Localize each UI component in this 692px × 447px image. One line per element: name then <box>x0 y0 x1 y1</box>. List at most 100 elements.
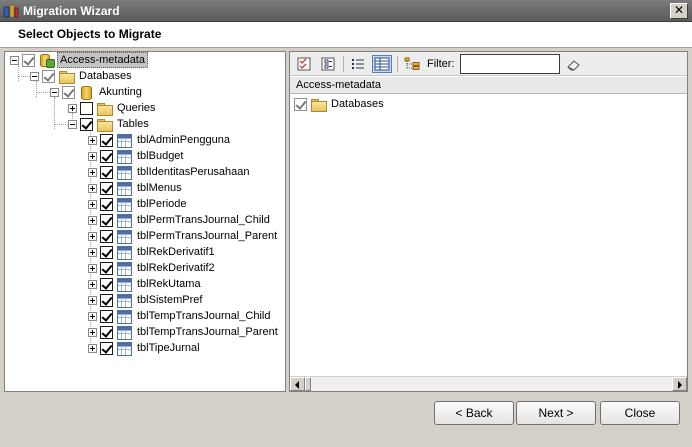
tree-node-table[interactable]: tblPermTransJournal_Child <box>88 212 272 228</box>
table-icon <box>116 181 132 196</box>
tree-node-label: Akunting <box>99 86 142 98</box>
migration-wizard-icon <box>3 3 19 19</box>
window-close-button[interactable]: ✕ <box>670 2 688 19</box>
tree-node-table[interactable]: tblRekDerivatif2 <box>88 260 217 276</box>
object-tree[interactable]: Access-metadata Databases Akunting Queri… <box>4 51 286 392</box>
expand-toggle[interactable] <box>88 151 97 161</box>
checkbox[interactable] <box>42 69 55 83</box>
expand-toggle[interactable] <box>88 295 97 305</box>
expand-toggle[interactable] <box>88 311 97 321</box>
checkbox[interactable] <box>294 97 307 111</box>
tree-node-table[interactable]: tblTempTransJournal_Child <box>88 308 273 324</box>
expand-toggle[interactable] <box>88 135 97 145</box>
tree-node-table[interactable]: tblSistemPref <box>88 292 204 308</box>
expand-toggle[interactable] <box>88 183 97 193</box>
tree-node-table[interactable]: tblTempTransJournal_Parent <box>88 324 280 340</box>
tree-node-table[interactable]: tblBudget <box>88 148 185 164</box>
tree-node-databases[interactable]: Databases <box>30 68 134 84</box>
checkbox[interactable] <box>100 261 113 275</box>
tree-node-table[interactable]: tblIdentitasPerusahaan <box>88 164 252 180</box>
scroll-thumb[interactable] <box>305 377 311 391</box>
scroll-left-button[interactable] <box>290 377 305 391</box>
table-icon <box>116 261 132 276</box>
tree-node-label: tblTipeJurnal <box>137 342 200 354</box>
tree-node-table[interactable]: tblPeriode <box>88 196 189 212</box>
list-item-label: Databases <box>331 98 384 110</box>
close-button[interactable]: Close <box>600 401 680 425</box>
tree-node-queries[interactable]: Queries <box>68 100 158 116</box>
expand-toggle[interactable] <box>88 167 97 177</box>
checkbox[interactable] <box>80 101 93 115</box>
table-icon <box>116 277 132 292</box>
expand-toggle[interactable] <box>88 327 97 337</box>
checkbox[interactable] <box>100 229 113 243</box>
expand-toggle[interactable] <box>88 231 97 241</box>
collapse-toggle[interactable] <box>50 87 59 97</box>
tree-node-table[interactable]: tblRekDerivatif1 <box>88 244 217 260</box>
tree-node-label: tblPermTransJournal_Parent <box>137 230 278 242</box>
tree-node-table[interactable]: tblPermTransJournal_Parent <box>88 228 279 244</box>
tree-node-label: Tables <box>117 118 149 130</box>
tree-node-label: tblPermTransJournal_Child <box>137 214 270 226</box>
scroll-right-button[interactable] <box>672 377 687 391</box>
checkbox[interactable] <box>100 309 113 323</box>
details-view-icon[interactable] <box>372 54 392 73</box>
tree-node-table[interactable]: tblMenus <box>88 180 184 196</box>
tree-node-table[interactable]: tblRekUtama <box>88 276 203 292</box>
expand-toggle[interactable] <box>68 103 77 113</box>
folder-icon <box>96 117 113 132</box>
eraser-icon[interactable] <box>564 55 584 73</box>
tree-node-label: Access-metadata <box>57 52 148 68</box>
tree-node-label: tblPeriode <box>137 198 187 210</box>
expand-toggle[interactable] <box>88 247 97 257</box>
checkbox[interactable] <box>100 293 113 307</box>
checkbox[interactable] <box>100 341 113 355</box>
tree-node-database[interactable]: Akunting <box>50 84 144 100</box>
back-button[interactable]: < Back <box>434 401 514 425</box>
folder-icon <box>58 69 75 84</box>
collapse-toggle[interactable] <box>10 55 19 65</box>
checkbox[interactable] <box>62 85 75 99</box>
tree-node-table[interactable]: tblAdminPengguna <box>88 132 232 148</box>
tree-node-tables[interactable]: Tables <box>68 116 151 132</box>
checkbox[interactable] <box>22 53 35 67</box>
checkbox[interactable] <box>100 277 113 291</box>
checkbox[interactable] <box>100 181 113 195</box>
expand-toggle[interactable] <box>88 343 97 353</box>
tree-node-label: tblBudget <box>137 150 184 162</box>
checkbox[interactable] <box>100 133 113 147</box>
tree-node-root[interactable]: Access-metadata <box>10 52 148 68</box>
tree-filter-icon[interactable] <box>402 55 422 73</box>
next-button[interactable]: Next > <box>516 401 596 425</box>
list-item[interactable]: Databases <box>294 96 386 112</box>
table-icon <box>116 213 132 228</box>
wizard-header: Select Objects to Migrate <box>0 22 692 48</box>
expand-toggle[interactable] <box>88 215 97 225</box>
database-icon <box>78 85 94 100</box>
checkbox[interactable] <box>80 117 93 131</box>
checkbox[interactable] <box>100 213 113 227</box>
expand-toggle[interactable] <box>88 279 97 289</box>
tree-connector <box>36 92 50 93</box>
filter-input[interactable] <box>459 53 560 74</box>
collapse-toggle[interactable] <box>30 71 39 81</box>
page-title: Select Objects to Migrate <box>18 27 162 41</box>
checkbox[interactable] <box>100 325 113 339</box>
collapse-toggle[interactable] <box>68 119 77 129</box>
checkbox[interactable] <box>100 245 113 259</box>
tree-node-label: tblRekDerivatif1 <box>137 246 215 258</box>
checkbox[interactable] <box>100 197 113 211</box>
list-column-header[interactable]: Access-metadata <box>290 77 687 94</box>
checkbox[interactable] <box>100 165 113 179</box>
list-toolbar: Filter: <box>290 52 687 76</box>
check-all-icon[interactable] <box>294 55 314 73</box>
access-metadata-icon <box>38 53 55 68</box>
tree-node-table[interactable]: tblTipeJurnal <box>88 340 202 356</box>
expand-toggle[interactable] <box>88 199 97 209</box>
checkbox[interactable] <box>100 149 113 163</box>
horizontal-scrollbar[interactable] <box>290 376 687 391</box>
list-view-icon[interactable] <box>348 55 368 73</box>
tree-node-label: tblTempTransJournal_Child <box>137 310 271 322</box>
expand-toggle[interactable] <box>88 263 97 273</box>
uncheck-all-icon[interactable] <box>318 55 338 73</box>
